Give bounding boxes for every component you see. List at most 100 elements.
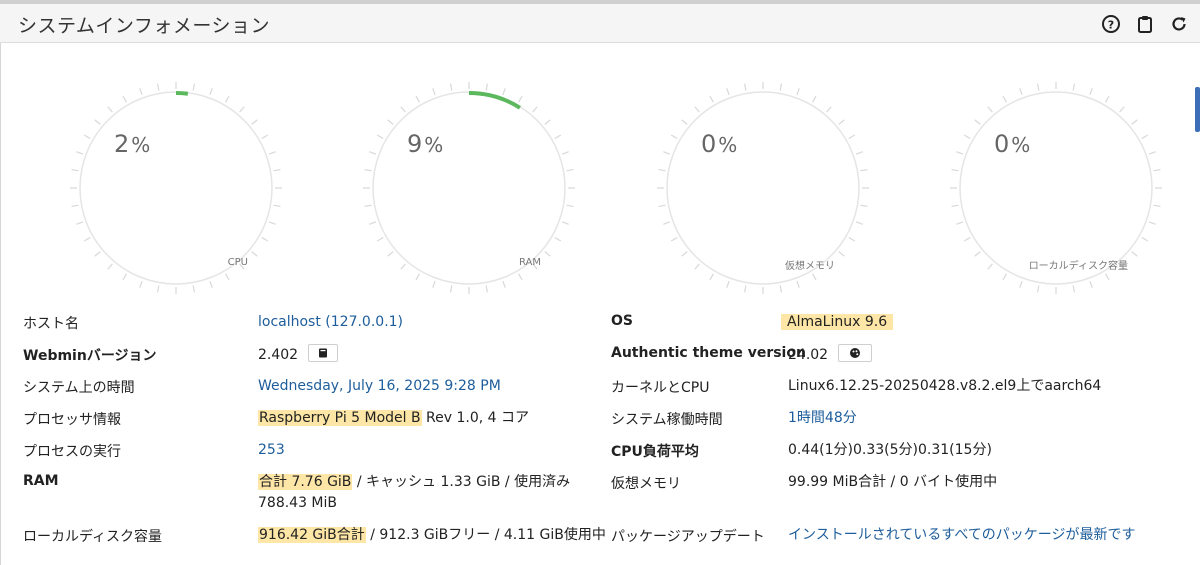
gauge-tick	[1141, 236, 1149, 242]
gauge-tick	[261, 134, 269, 140]
gauge-tick	[956, 151, 964, 155]
system-time-link[interactable]: Wednesday, July 16, 2025 9:28 PM	[258, 376, 501, 397]
gauge-tick	[1131, 251, 1138, 257]
gauge-tick	[670, 134, 678, 140]
panel-header: システムインフォメーション ?	[0, 4, 1200, 43]
gauge-tick	[658, 169, 666, 172]
gauge-dial	[657, 82, 869, 294]
gauge-tick	[83, 134, 91, 140]
gauge-tick	[779, 83, 782, 91]
gauge-tick	[502, 280, 506, 288]
palette-icon	[850, 348, 861, 358]
gauge-tick	[224, 95, 230, 103]
gauge-tick	[1089, 280, 1093, 288]
refresh-icon[interactable]	[1168, 13, 1190, 35]
gauge-tick	[1037, 285, 1040, 293]
gauge-tick	[485, 83, 488, 91]
gauge-track	[959, 91, 1153, 285]
kernel-label: カーネルとCPU	[611, 380, 710, 396]
gauge-tick	[658, 204, 666, 207]
gauge-tick	[951, 204, 959, 207]
theme-settings-button[interactable]	[838, 344, 873, 362]
gauge-label: RAM	[518, 257, 541, 268]
gauge-label: 仮想メモリ	[785, 261, 835, 272]
gauge-tick	[1002, 95, 1008, 103]
gauge-tick	[1019, 88, 1023, 96]
gauge-tick	[532, 106, 538, 113]
gauge-fill	[175, 91, 189, 96]
gauge-tick	[369, 151, 377, 155]
gauge-tick	[122, 95, 128, 103]
gauge-tick	[387, 119, 394, 125]
gauge-tick	[544, 251, 551, 257]
gauge-tick	[554, 134, 562, 140]
gauge-value: 0%	[994, 130, 1031, 158]
gauge-tick	[94, 251, 101, 257]
theme-version-label: Authentic theme version	[611, 345, 806, 361]
disk-total: 916.42 GiB合計	[258, 527, 366, 543]
processor-value: Raspberry Pi 5 Model B Rev 1.0, 4 コア	[258, 408, 529, 429]
gauge-tick	[1131, 119, 1138, 125]
system-time-label: システム上の時間	[23, 380, 135, 396]
gauge-tick	[744, 285, 747, 293]
gauge-tick	[963, 134, 971, 140]
theme-version-value: 24.02	[788, 344, 873, 366]
processor-label: プロセッサ情報	[23, 412, 121, 428]
gauge-tick	[387, 251, 394, 257]
gauge-tick	[566, 204, 574, 207]
gauge-tick	[239, 106, 245, 113]
gauge-tick	[1089, 88, 1093, 96]
gauge-tick	[956, 221, 964, 225]
hostname-link[interactable]: localhost (127.0.0.1)	[258, 312, 403, 333]
gauge-tick	[663, 221, 671, 225]
processes-link[interactable]: 253	[258, 440, 285, 461]
gauge-tick	[364, 169, 372, 172]
os-name: AlmaLinux 9.6	[781, 314, 894, 330]
gauge-tick	[838, 119, 845, 125]
gauge-tick	[76, 151, 84, 155]
scrollbar[interactable]	[1195, 87, 1200, 132]
help-icon[interactable]: ?	[1100, 13, 1122, 35]
gauge-tick	[376, 134, 384, 140]
local-disk-label: ローカルディスク容量	[23, 529, 163, 545]
gauge-tick	[811, 95, 817, 103]
changelog-button[interactable]	[308, 344, 339, 362]
ram-value: 合計 7.76 GiB / キャッシュ 1.33 GiB / 使用済み 788.4…	[258, 472, 570, 514]
package-updates-link[interactable]: インストールされているすべてのパッケージが最新です	[788, 525, 1135, 546]
gauge-tick	[1119, 106, 1125, 113]
gauge-tick	[432, 88, 436, 96]
gauge-tick	[450, 285, 453, 293]
gauge-tick	[1153, 169, 1161, 172]
gauge-tick	[554, 236, 562, 242]
gauge-tick	[796, 280, 800, 288]
gauge-tick	[209, 280, 213, 288]
ram-used: 788.43 MiB	[258, 495, 338, 511]
gauge-tick	[364, 204, 372, 207]
gauge-tick	[1037, 83, 1040, 91]
processor-details: Rev 1.0, 4 コア	[421, 410, 530, 426]
gauge-tick	[502, 88, 506, 96]
gauge-tick	[139, 88, 143, 96]
gauge-local-disk: 0% ローカルディスク容量	[946, 78, 1166, 298]
uptime-link[interactable]: 1時間48分	[788, 408, 857, 429]
gauge-tick	[838, 251, 845, 257]
gauge-tick	[1072, 83, 1075, 91]
gauge-tick	[192, 285, 195, 293]
processor-model: Raspberry Pi 5 Model B	[258, 410, 422, 426]
gauge-tick	[71, 169, 79, 172]
gauge-tick	[694, 263, 700, 270]
gauge-tick	[139, 280, 143, 288]
webmin-version-text: 2.402	[258, 347, 299, 363]
gauge-tick	[157, 83, 160, 91]
gauge-tick	[209, 88, 213, 96]
gauge-label: ローカルディスク容量	[1028, 261, 1128, 272]
clipboard-icon[interactable]	[1134, 13, 1156, 35]
panel-tools: ?	[1100, 13, 1190, 35]
load-average-value: 0.44(1分)0.33(5分)0.31(15分)	[788, 442, 992, 458]
gauge-tick	[251, 251, 258, 257]
gauge-track	[372, 91, 566, 285]
gauge-tick	[726, 88, 730, 96]
ram-details: / キャッシュ 1.33 GiB / 使用済み	[352, 474, 571, 490]
book-icon	[319, 348, 328, 358]
gauge-tick	[848, 134, 856, 140]
